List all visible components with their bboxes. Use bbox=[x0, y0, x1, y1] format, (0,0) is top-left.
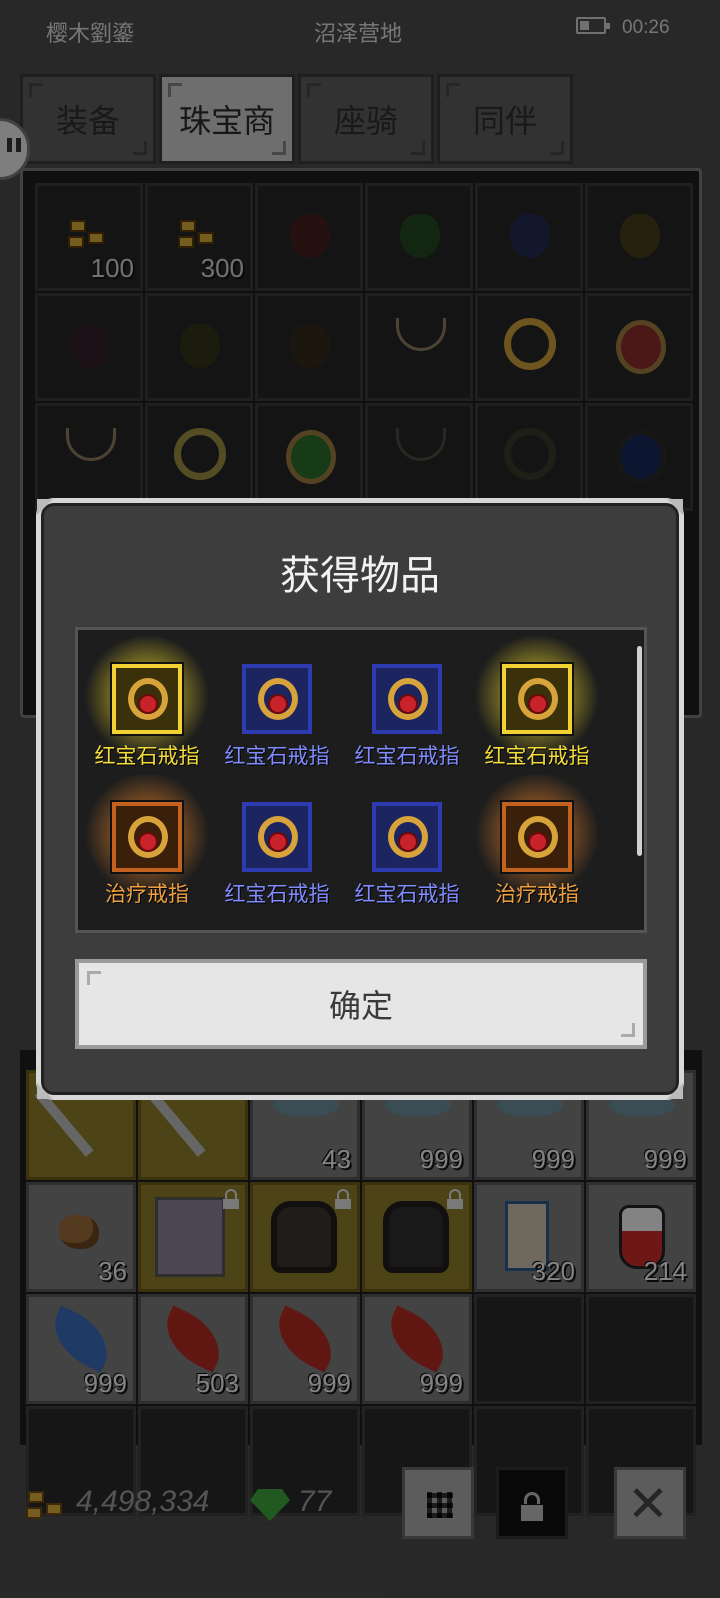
dialog-corner bbox=[37, 499, 53, 515]
dialog-corner bbox=[37, 1083, 53, 1099]
item-name: 红宝石戒指 bbox=[484, 745, 590, 768]
reward-item[interactable]: 红宝石戒指 bbox=[82, 636, 212, 776]
item-name: 红宝石戒指 bbox=[354, 883, 460, 906]
item-frame bbox=[242, 802, 312, 872]
dialog-corner bbox=[667, 1083, 683, 1099]
item-name: 红宝石戒指 bbox=[224, 745, 330, 768]
confirm-label: 确定 bbox=[328, 988, 393, 1024]
item-name: 红宝石戒指 bbox=[224, 883, 330, 906]
reward-item[interactable]: 红宝石戒指 bbox=[342, 638, 472, 776]
item-name: 治疗戒指 bbox=[495, 883, 579, 906]
ruby-ring-icon bbox=[518, 678, 558, 720]
obtained-items-list[interactable]: 红宝石戒指 红宝石戒指 红宝石戒指 红宝石戒指 治疗戒指 红宝石戒指 红宝石戒指… bbox=[75, 627, 647, 933]
ruby-ring-icon bbox=[258, 678, 298, 720]
item-frame bbox=[112, 664, 182, 734]
reward-item[interactable]: 红宝石戒指 bbox=[342, 776, 472, 914]
item-name: 治疗戒指 bbox=[105, 883, 189, 906]
reward-item[interactable]: 红宝石戒指 bbox=[212, 776, 342, 914]
item-frame bbox=[502, 664, 572, 734]
dialog-title: 获得物品 bbox=[280, 554, 440, 598]
item-frame bbox=[372, 664, 442, 734]
item-frame bbox=[112, 802, 182, 872]
item-frame bbox=[372, 802, 442, 872]
ruby-ring-icon bbox=[388, 678, 428, 720]
item-name: 红宝石戒指 bbox=[354, 745, 460, 768]
dialog-corner bbox=[667, 499, 683, 515]
ruby-ring-icon bbox=[128, 678, 168, 720]
healing-ring-icon bbox=[128, 816, 168, 858]
item-frame bbox=[502, 802, 572, 872]
reward-item[interactable]: 红宝石戒指 bbox=[212, 638, 342, 776]
scrollbar[interactable] bbox=[637, 646, 642, 856]
reward-item[interactable]: 红宝石戒指 bbox=[472, 636, 602, 776]
healing-ring-icon bbox=[518, 816, 558, 858]
reward-item[interactable]: 治疗戒指 bbox=[82, 774, 212, 914]
obtained-items-dialog: 获得物品 红宝石戒指 红宝石戒指 红宝石戒指 红宝石戒指 治疗戒指 红宝石戒指 … bbox=[36, 498, 684, 1100]
ruby-ring-icon bbox=[258, 816, 298, 858]
reward-item[interactable]: 治疗戒指 bbox=[472, 774, 602, 914]
item-name: 红宝石戒指 bbox=[94, 745, 200, 768]
confirm-button[interactable]: 确定 bbox=[75, 959, 647, 1049]
item-frame bbox=[242, 664, 312, 734]
ruby-ring-icon bbox=[388, 816, 428, 858]
